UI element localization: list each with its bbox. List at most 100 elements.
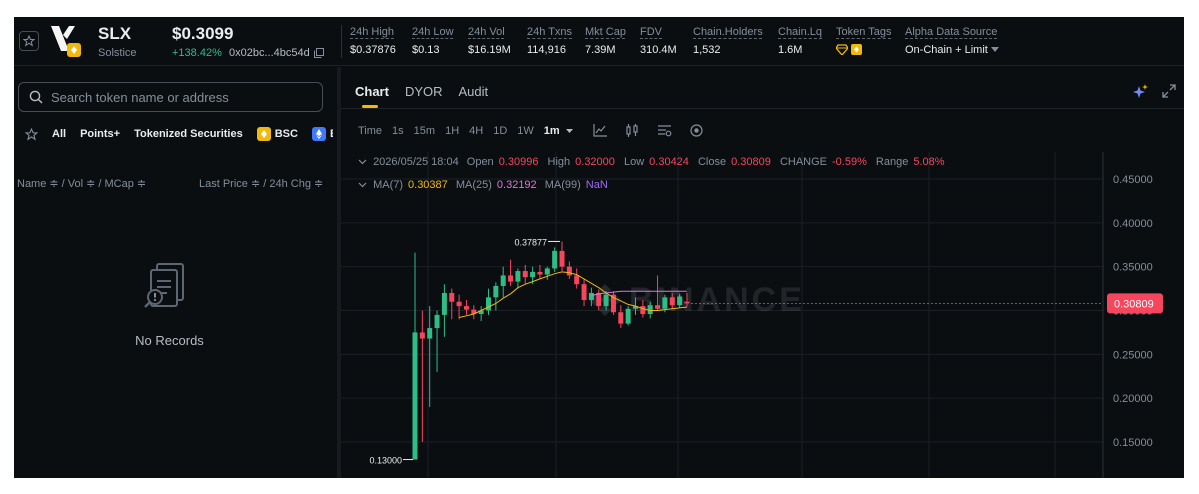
candle bbox=[625, 306, 631, 326]
price-change: +138.42% bbox=[172, 47, 222, 59]
candle-body bbox=[588, 292, 594, 300]
candle-body bbox=[669, 297, 675, 306]
record-tool[interactable] bbox=[690, 124, 703, 137]
interval-1h[interactable]: 1H bbox=[445, 125, 459, 137]
interval-1m-label: 1m bbox=[543, 124, 560, 137]
line-chart-icon bbox=[593, 124, 607, 137]
candle bbox=[618, 305, 624, 329]
indicator-tool[interactable] bbox=[593, 124, 607, 137]
stat-chain-holders: Chain.Holders 1,532 bbox=[693, 26, 763, 56]
candle-body bbox=[508, 275, 514, 282]
chevron-down-icon[interactable] bbox=[358, 182, 367, 188]
candle bbox=[515, 268, 521, 289]
ai-sparkle-icon[interactable] bbox=[1133, 84, 1148, 99]
expand-icon[interactable] bbox=[1162, 84, 1176, 98]
candle-body bbox=[655, 305, 661, 309]
filter-all[interactable]: All bbox=[52, 128, 66, 140]
candle-body bbox=[603, 294, 609, 307]
contract-address[interactable]: 0x02bc...4bc54d bbox=[229, 47, 324, 59]
y-tick-label: 0.40000 bbox=[1113, 218, 1153, 230]
chevron-down-icon[interactable] bbox=[358, 159, 367, 165]
candle bbox=[471, 305, 477, 320]
candle bbox=[522, 264, 528, 285]
interval-4h[interactable]: 4H bbox=[469, 125, 483, 137]
stat-24h-low: 24h Low $0.13 bbox=[412, 26, 454, 56]
data-source-select[interactable]: On-Chain + Limit bbox=[905, 44, 999, 56]
candle-body bbox=[427, 328, 433, 339]
candle bbox=[610, 291, 616, 315]
y-tick-label: 0.45000 bbox=[1113, 174, 1153, 186]
interval-1w[interactable]: 1W bbox=[517, 125, 534, 137]
ma-legend: MA(7) 0.30387 MA(25) 0.32192 MA(99) NaN bbox=[358, 179, 613, 191]
column-header-price[interactable]: Last Price ≑ / 24h Chg ≑ bbox=[199, 177, 323, 190]
candle bbox=[434, 310, 440, 372]
filter-points[interactable]: Points+ bbox=[80, 128, 120, 140]
interval-15m[interactable]: 15m bbox=[414, 125, 435, 137]
copy-icon[interactable] bbox=[313, 48, 324, 58]
stat-label: 24h Low bbox=[412, 26, 454, 38]
candlestick-chart: BINANCE 0.450000.400000.350000.300000.25… bbox=[341, 152, 1163, 478]
settings-lines-icon bbox=[657, 125, 672, 137]
last-price-label: 0.30809 bbox=[1114, 298, 1154, 310]
candle-body bbox=[456, 301, 462, 307]
stat-24h-txns: 24h Txns 114,916 bbox=[527, 26, 572, 56]
candle-body bbox=[500, 275, 506, 286]
candle bbox=[574, 268, 580, 289]
candle-body bbox=[552, 250, 558, 269]
candle-body bbox=[625, 308, 631, 324]
star-icon bbox=[25, 127, 38, 141]
low-marker-label: 0.13000 bbox=[369, 456, 402, 466]
ohlc-date: 2026/05/25 18:04 bbox=[373, 156, 459, 168]
token-name: Solstice bbox=[98, 47, 137, 59]
low-label: Low bbox=[623, 156, 645, 168]
stat-label: FDV bbox=[640, 26, 662, 38]
candle-body bbox=[559, 250, 565, 267]
candle-body bbox=[515, 271, 521, 282]
y-tick-label: 0.25000 bbox=[1113, 349, 1153, 361]
ma99-label: MA(99) bbox=[544, 179, 581, 191]
candle-body bbox=[463, 306, 469, 310]
y-tick-label: 0.20000 bbox=[1113, 393, 1153, 405]
stat-value: 1,532 bbox=[693, 44, 721, 56]
filter-favorites[interactable] bbox=[25, 127, 38, 141]
filter-eth[interactable]: E bbox=[311, 127, 333, 141]
search-box[interactable] bbox=[18, 82, 323, 112]
ma99-value: NaN bbox=[585, 179, 608, 191]
range-value: 5.08% bbox=[913, 156, 945, 168]
interval-1s[interactable]: 1s bbox=[392, 125, 404, 137]
price-chart[interactable]: BINANCE 0.450000.400000.350000.300000.25… bbox=[341, 152, 1184, 478]
candle bbox=[493, 282, 499, 311]
app-frame: SLX Solstice $0.3099 +138.42% 0x02bc...4… bbox=[14, 17, 1184, 478]
bnb-badge-icon bbox=[851, 44, 862, 55]
filter-tokenized-securities[interactable]: Tokenized Securities bbox=[134, 128, 243, 140]
chart-panel: Chart DYOR Audit Time 1s 15m 1H 4H 1D 1W… bbox=[341, 70, 1184, 478]
tab-audit[interactable]: Audit bbox=[459, 84, 489, 108]
candle-body bbox=[522, 271, 528, 278]
favorite-button[interactable] bbox=[19, 31, 39, 51]
candle bbox=[500, 266, 506, 298]
interval-1m-selected[interactable]: 1m bbox=[544, 125, 573, 137]
interval-time[interactable]: Time bbox=[358, 125, 382, 137]
candle-body bbox=[434, 314, 440, 329]
candle-type-tool[interactable] bbox=[625, 124, 639, 137]
stat-label: Alpha Data Source bbox=[905, 26, 998, 38]
interval-1d[interactable]: 1D bbox=[493, 125, 507, 137]
token-logo bbox=[47, 23, 83, 59]
no-records-icon bbox=[140, 259, 196, 320]
header-divider bbox=[341, 25, 342, 58]
column-header-name[interactable]: Name ≑ / Vol ≑ / MCap ≑ bbox=[17, 177, 146, 190]
candle-body bbox=[441, 292, 447, 315]
stat-chain-lq: Chain.Lq 1.6M bbox=[778, 26, 822, 56]
watermark-text: BINANCE bbox=[629, 281, 805, 319]
last-price-tag: 0.30809 bbox=[1107, 293, 1163, 314]
candle bbox=[419, 310, 425, 442]
tab-chart[interactable]: Chart bbox=[355, 84, 389, 108]
filter-bsc[interactable]: BSC bbox=[256, 127, 298, 141]
tab-dyor[interactable]: DYOR bbox=[405, 84, 443, 108]
tab-divider bbox=[341, 108, 1184, 109]
chart-settings-tool[interactable] bbox=[657, 124, 672, 137]
stat-alpha-data-source[interactable]: Alpha Data Source On-Chain + Limit bbox=[905, 26, 999, 56]
search-input[interactable] bbox=[51, 89, 311, 105]
ma7-label: MA(7) bbox=[373, 179, 404, 191]
stat-token-tags: Token Tags bbox=[836, 26, 891, 55]
